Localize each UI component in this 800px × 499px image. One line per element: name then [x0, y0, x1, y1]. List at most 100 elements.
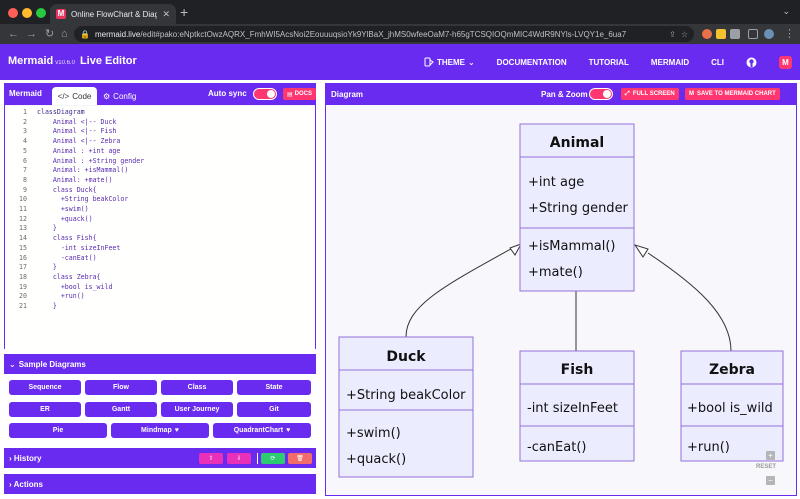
- docs-label: DOCS: [294, 91, 313, 97]
- github-icon[interactable]: [735, 57, 768, 68]
- code-line[interactable]: 8 Animal: +mate(): [5, 176, 315, 186]
- code-line[interactable]: 6 Animal : +String gender: [5, 157, 315, 167]
- line-number: 14: [19, 234, 27, 243]
- code-line[interactable]: 14 class Fish{: [5, 234, 315, 244]
- extension-icon[interactable]: [716, 29, 726, 39]
- code-line[interactable]: 12 +quack(): [5, 215, 315, 225]
- code-line[interactable]: 15 -int sizeInFeet: [5, 244, 315, 254]
- code-line[interactable]: 2 Animal <|-- Duck: [5, 118, 315, 128]
- save-to-mermaid-chart-button[interactable]: M SAVE TO MERMAID CHART: [685, 88, 780, 100]
- code-line[interactable]: 17 }: [5, 263, 315, 273]
- code-line[interactable]: 5 Animal : +int age: [5, 147, 315, 157]
- autosync-toggle[interactable]: [253, 88, 277, 100]
- puzzle-extensions-icon[interactable]: [730, 29, 740, 39]
- new-tab-icon[interactable]: +: [180, 5, 188, 19]
- sample-diagrams-title: Sample Diagrams: [18, 359, 86, 369]
- docs-button[interactable]: ▤ DOCS: [283, 88, 317, 100]
- actions-panel[interactable]: › Actions: [4, 474, 316, 494]
- line-number: 20: [19, 292, 27, 301]
- code-line[interactable]: 20 +run(): [5, 292, 315, 302]
- panzoom-toggle[interactable]: [589, 88, 613, 100]
- zoom-out-icon[interactable]: −: [766, 476, 775, 485]
- close-tab-icon[interactable]: ✕: [162, 9, 170, 20]
- sample-git-button[interactable]: Git: [237, 402, 311, 417]
- zoom-in-icon[interactable]: +: [766, 451, 775, 460]
- nav-theme[interactable]: THEME ⌄: [413, 57, 486, 67]
- code-line[interactable]: 9 class Duck{: [5, 186, 315, 196]
- sample-pie-button[interactable]: Pie: [9, 423, 107, 438]
- download-icon[interactable]: ⇩: [227, 453, 251, 464]
- line-number: 5: [23, 146, 27, 155]
- mermaid-favicon-icon: M: [56, 9, 66, 19]
- code-line[interactable]: 19 +bool is_wild: [5, 283, 315, 293]
- code-line[interactable]: 11 +swim(): [5, 205, 315, 215]
- tab-config[interactable]: ⚙ Config: [103, 87, 136, 105]
- back-icon[interactable]: ←: [8, 27, 19, 41]
- nav-mermaid[interactable]: MERMAID: [640, 58, 700, 67]
- sidebar-icon[interactable]: [748, 29, 758, 39]
- close-window-button[interactable]: [8, 8, 18, 18]
- forward-icon[interactable]: →: [26, 27, 37, 41]
- extension-icon[interactable]: [702, 29, 712, 39]
- sample-flow-button[interactable]: Flow: [85, 380, 157, 395]
- minimize-window-button[interactable]: [22, 8, 32, 18]
- code-editor[interactable]: 1 classDiagram 2 Animal <|-- Duck 3 Animal …: [5, 106, 315, 349]
- sample-gantt-button[interactable]: Gantt: [85, 402, 157, 417]
- code-line[interactable]: 13 }: [5, 224, 315, 234]
- line-text: -int sizeInFeet: [37, 243, 121, 252]
- history-label: History: [13, 454, 42, 463]
- nav-tutorial[interactable]: TUTORIAL: [578, 58, 640, 67]
- line-number: 9: [23, 185, 27, 194]
- reset-zoom-button[interactable]: RESET: [756, 464, 776, 470]
- code-line[interactable]: 16 -canEat(): [5, 254, 315, 264]
- fullscreen-button[interactable]: ⤢ FULL SCREEN: [621, 88, 679, 100]
- class-node-animal[interactable]: Animal +int age +String gender +isMammal…: [519, 123, 635, 292]
- code-line[interactable]: 18 class Zebra{: [5, 273, 315, 283]
- code-line[interactable]: 3 Animal <|-- Fish: [5, 127, 315, 137]
- sample-diagrams-header[interactable]: ⌄ Sample Diagrams: [4, 354, 316, 374]
- restore-icon[interactable]: ⟳: [261, 453, 285, 464]
- upload-icon[interactable]: ⇧: [199, 453, 223, 464]
- sample-quadrantchart-button[interactable]: QuadrantChart ♥: [213, 423, 311, 438]
- menu-dots-icon[interactable]: ⋮: [784, 27, 795, 41]
- nav-documentation[interactable]: DOCUMENTATION: [486, 58, 578, 67]
- share-icon[interactable]: ⇪: [669, 30, 676, 39]
- book-icon: ▤: [287, 91, 293, 98]
- sample-class-button[interactable]: Class: [161, 380, 233, 395]
- address-bar[interactable]: 🔒 mermaid.live/edit#pako:eNptkctOwzAQRX_…: [74, 26, 694, 42]
- line-number: 1: [23, 108, 27, 116]
- sample-sequence-button[interactable]: Sequence: [9, 380, 81, 395]
- mermaid-chart-icon[interactable]: M: [768, 55, 800, 69]
- sample-state-button[interactable]: State: [237, 380, 311, 395]
- brand-suffix: Live Editor: [79, 55, 137, 67]
- tab-code[interactable]: </> Code: [52, 87, 97, 105]
- code-line[interactable]: 10 +String beakColor: [5, 195, 315, 205]
- brand[interactable]: Mermaid v10.6.0 Live Editor: [8, 55, 137, 67]
- actions-label: Actions: [13, 480, 43, 489]
- line-number: 21: [19, 302, 27, 310]
- code-line[interactable]: 1 classDiagram: [5, 108, 315, 118]
- code-line[interactable]: 7 Animal: +isMammal(): [5, 166, 315, 176]
- tab-search-icon[interactable]: ⌄: [782, 6, 790, 17]
- url-text: mermaid.live/edit#pako:eNptkctOwzAQRX_Fm…: [94, 29, 627, 39]
- code-line[interactable]: 21 }: [5, 302, 315, 312]
- home-icon[interactable]: ⌂: [61, 27, 68, 41]
- browser-tab[interactable]: M Online FlowChart & Diagrams ✕: [50, 4, 176, 24]
- sample-user-journey-button[interactable]: User Journey: [161, 402, 233, 417]
- class-node-duck[interactable]: Duck +String beakColor +swim() +quack(): [338, 336, 474, 478]
- class-node-fish[interactable]: Fish -int sizeInFeet -canEat(): [519, 350, 635, 462]
- trash-icon[interactable]: 🗑: [288, 453, 312, 464]
- maximize-window-button[interactable]: [36, 8, 46, 18]
- bookmark-star-icon[interactable]: ☆: [681, 30, 688, 39]
- code-line[interactable]: 4 Animal <|-- Zebra: [5, 137, 315, 147]
- nav-cli[interactable]: CLI: [700, 58, 735, 67]
- sample-er-button[interactable]: ER: [9, 402, 81, 417]
- line-number: 10: [19, 195, 27, 204]
- class-node-zebra[interactable]: Zebra +bool is_wild +run(): [680, 350, 784, 462]
- profile-avatar[interactable]: [764, 29, 774, 39]
- sample-mindmap-button[interactable]: Mindmap ♥: [111, 423, 209, 438]
- class-attribute: +bool is_wild: [687, 401, 773, 416]
- reload-icon[interactable]: ↻: [45, 27, 54, 41]
- history-panel[interactable]: › History ⇧ ⇩ ⟳ 🗑: [4, 448, 316, 468]
- diagram-canvas[interactable]: Animal +int age +String gender +isMammal…: [326, 105, 796, 496]
